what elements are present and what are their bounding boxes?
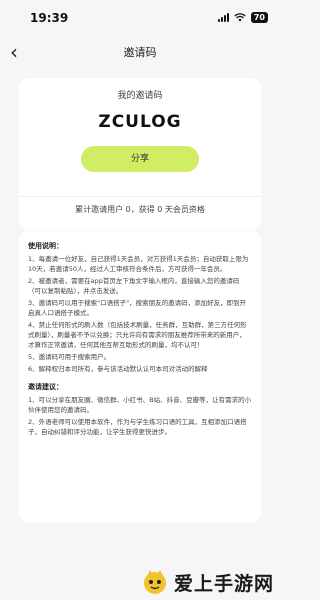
share-button[interactable]: 分享 [81, 146, 199, 172]
status-time: 19:39 [30, 11, 69, 25]
invite-code-card: 我的邀请码 ZCULOG 分享 累计邀请用户 0，获得 0 天会员资格 [19, 78, 261, 230]
rules-card: 使用说明： 1、每邀请一位好友，自己获得1天会员，对方获得1天会员；自动获取上限… [19, 231, 261, 523]
nav-bar: ‹ 邀请码 [0, 36, 280, 70]
watermark: 爱上手游网 [140, 568, 274, 596]
usage-item: 4、禁止任何形式的刷人数（包括技术刷量，任务群，互助群，第三方任何形式刷量），刷… [28, 321, 247, 349]
invite-stat-text: 累计邀请用户 0，获得 0 天会员资格 [75, 205, 205, 214]
usage-heading: 使用说明： [28, 242, 63, 250]
suggest-heading: 邀请建议： [28, 383, 63, 391]
wifi-icon [234, 13, 246, 22]
invite-code-value: ZCULOG [98, 112, 182, 132]
usage-item: 5、邀请码可用于搜索用户。 [28, 353, 111, 361]
status-icons: 70 [217, 12, 268, 23]
card-divider [19, 196, 261, 197]
usage-item: 6、解释权归本司所有，参与该活动默认认可本司对活动的解释 [28, 365, 208, 373]
invite-code-label: 我的邀请码 [117, 91, 163, 101]
suggest-item: 1、可以分享在朋友圈、微信群、小红书、B站、抖音、豆瓣等，让有需求的小伙伴使用您… [28, 396, 252, 414]
suggest-item: 2、外语老师可以使用本软件，作为与学生练习口语的工具，互相添加口语搭子，自动纠错… [28, 418, 247, 436]
usage-item: 1、每邀请一位好友，自己获得1天会员，对方获得1天会员；自动获取上限为10天，若… [28, 255, 249, 273]
usage-item: 3、邀请码可以用于搜索"口语搭子"，搜索朋友的邀请码，添加好友，即到开启真人口语… [28, 299, 247, 317]
page-title: 邀请码 [123, 46, 157, 59]
usage-item: 2、被邀请者，需要在app首页左下角文字输入框内，直接输入您的邀请码（可以复制粘… [28, 277, 240, 295]
cellular-signal-icon [217, 13, 229, 22]
watermark-text: 爱上手游网 [173, 572, 274, 595]
battery-indicator: 70 [250, 12, 268, 23]
status-bar: 19:39 70 [0, 0, 280, 36]
mascot-logo-icon [143, 570, 166, 594]
